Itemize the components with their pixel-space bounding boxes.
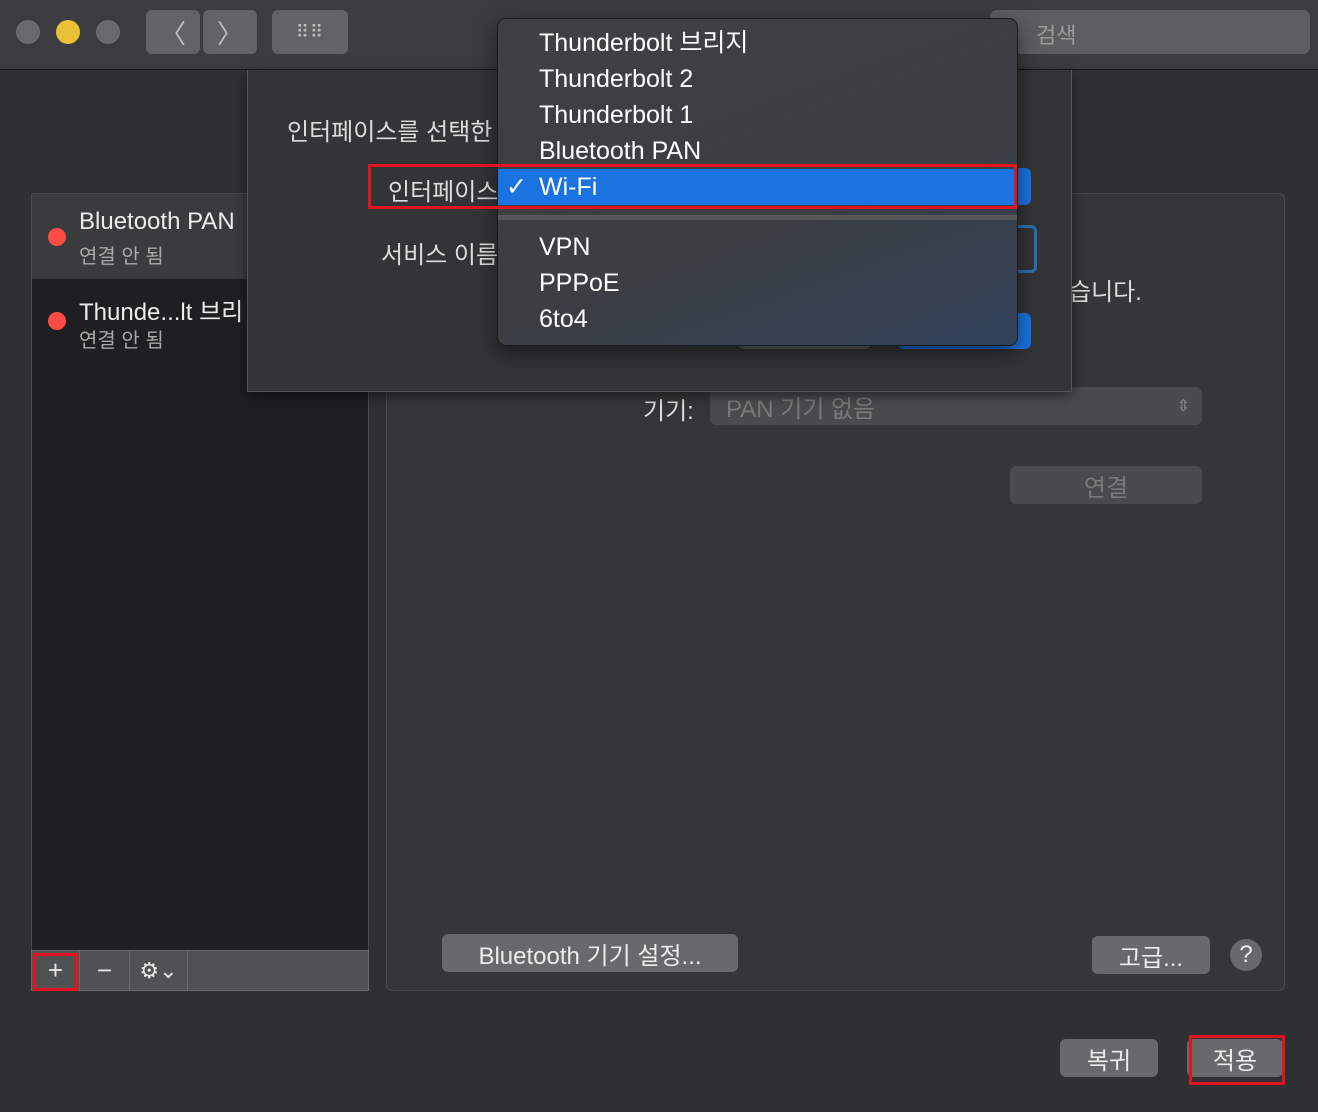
menu-item[interactable]: VPN [498,229,1017,265]
bluetooth-setup-button[interactable]: Bluetooth 기기 설정... [442,934,738,972]
updown-chevron-icon: ⇳ [1176,398,1190,415]
menu-item[interactable]: Thunderbolt 2 [498,61,1017,97]
chevron-left-icon: 〈 [159,18,186,49]
menu-item[interactable]: Thunderbolt 1 [498,97,1017,133]
description-text: 습니다. [1069,279,1142,306]
service-name: Thunde...lt 브리 [79,299,244,326]
help-button[interactable]: ? [1230,939,1262,971]
service-status: 연결 안 됨 [79,330,164,352]
device-select[interactable]: PAN 기기 없음 ⇳ [710,387,1202,425]
gear-icon[interactable]: ⚙︎⌄ [130,951,188,990]
show-all-button[interactable]: ⠿⠿ [272,10,348,54]
highlight-apply-button [1189,1035,1285,1085]
device-value: PAN 기기 없음 [726,395,876,423]
remove-service-button[interactable]: − [80,951,130,990]
menu-separator [498,215,1017,220]
menu-item[interactable]: PPPoE [498,265,1017,301]
highlight-interface-row [368,164,1017,209]
advanced-button[interactable]: 고급... [1092,936,1210,974]
search-input[interactable]: 검색 [990,10,1310,54]
close-window-button[interactable] [16,20,40,44]
connect-button[interactable]: 연결 [1010,466,1202,504]
revert-button[interactable]: 복귀 [1060,1039,1158,1077]
service-name-label: 서비스 이름 [381,242,499,269]
sheet-prompt: 인터페이스를 선택한 [287,119,493,146]
forward-button[interactable]: 〉 [203,10,257,54]
service-status: 연결 안 됨 [79,246,164,268]
zoom-window-button[interactable] [96,20,120,44]
highlight-add-button [33,953,78,991]
grid-icon: ⠿⠿ [295,21,325,42]
device-label: 기기: [643,398,694,425]
status-dot-icon [48,312,66,330]
menu-item[interactable]: 6to4 [498,301,1017,337]
sidebar-actions: + − ⚙︎⌄ [31,950,369,991]
minimize-window-button[interactable] [56,20,80,44]
service-name: Bluetooth PAN [79,208,235,235]
back-button[interactable]: 〈 [146,10,200,54]
menu-item[interactable]: Thunderbolt 브리지 [498,25,1017,61]
chevron-right-icon: 〉 [216,18,243,49]
search-placeholder: 검색 [1036,23,1077,48]
status-dot-icon [48,228,66,246]
